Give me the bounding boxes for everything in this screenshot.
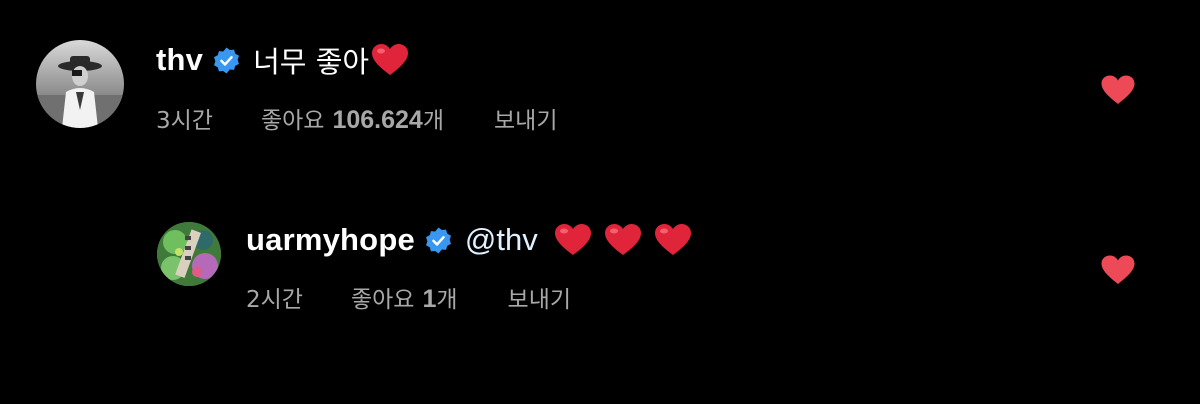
comment-uarmyhope-meta: 2시간 좋아요 1 개 보내기 <box>246 280 571 314</box>
like-count-number: 106.624 <box>332 106 423 134</box>
reply-button[interactable]: 보내기 <box>508 280 571 314</box>
username-uarmyhope[interactable]: uarmyhope <box>246 222 415 258</box>
verified-badge-icon <box>424 226 453 255</box>
comment-time: 3시간 <box>156 108 213 134</box>
like-count-prefix: 좋아요 <box>260 108 325 134</box>
avatar-uarmyhope[interactable] <box>157 222 221 286</box>
red-heart-emoji-icon <box>654 223 692 257</box>
comment-thv: thv 너무 좋아 3시간 좋아요 106.624 개 보내기 <box>0 0 1200 180</box>
avatar-thv-image <box>36 40 124 128</box>
like-heart-icon[interactable] <box>1100 254 1136 286</box>
comment-uarmyhope-header: uarmyhope @thv <box>246 220 692 260</box>
like-count-prefix: 좋아요 <box>350 287 415 313</box>
comment-time: 2시간 <box>246 287 303 313</box>
like-heart-icon[interactable] <box>1100 74 1136 106</box>
avatar-uarmyhope-image <box>157 222 221 286</box>
comment-thv-header: thv 너무 좋아 <box>156 40 409 80</box>
username-thv[interactable]: thv <box>156 42 203 78</box>
red-heart-emoji-icon <box>604 223 642 257</box>
comment-text: 너무 좋아 <box>253 45 370 79</box>
reply-button[interactable]: 보내기 <box>494 101 557 135</box>
like-count-suffix: 개 <box>436 287 458 313</box>
red-heart-emoji-icon <box>371 43 409 77</box>
like-count[interactable]: 좋아요 1 개 <box>351 280 458 314</box>
mention-link[interactable]: @thv <box>465 222 538 258</box>
like-count-suffix: 개 <box>422 108 444 134</box>
comment-uarmyhope: uarmyhope @thv 2시간 좋아요 1 개 보내기 <box>0 180 1200 404</box>
comment-thv-meta: 3시간 좋아요 106.624 개 보내기 <box>156 101 557 135</box>
like-count-number: 1 <box>422 285 437 313</box>
avatar-thv[interactable] <box>36 40 124 128</box>
verified-badge-icon <box>212 46 241 75</box>
red-heart-emoji-icon <box>554 223 592 257</box>
like-count[interactable]: 좋아요 106.624 개 <box>261 101 444 135</box>
